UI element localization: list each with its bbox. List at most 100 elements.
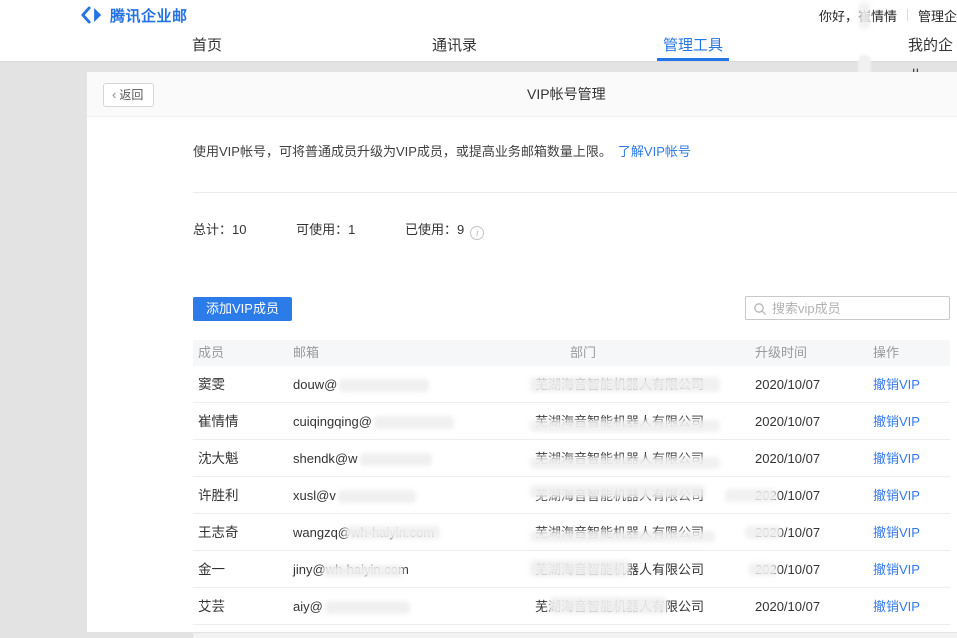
upgrade-date: 2020/10/07 [755, 366, 820, 403]
redaction-blur [749, 563, 777, 576]
info-icon[interactable]: i [470, 226, 484, 240]
tab-admin-tools[interactable]: 管理工具 [663, 30, 723, 61]
table-row: 许胜利 xusl@v 芜湖海音智能机器人有限公司 2020/10/07 撤销VI… [193, 477, 950, 514]
email-visible: xusl@v [293, 488, 336, 503]
topbar-right: 你好，崔情情 管理企 [819, 0, 957, 30]
table-header-row: 成员 邮箱 部门 升级时间 操作 [193, 340, 950, 366]
member-name: 金一 [198, 551, 225, 588]
header-action: 操作 [873, 340, 899, 366]
upgrade-date: 2020/10/07 [755, 440, 820, 477]
email-visible: cuiqingqing@ [293, 414, 372, 429]
back-button[interactable]: ‹返回 [103, 83, 154, 107]
member-name: 王志奇 [198, 514, 239, 551]
header-member: 成员 [198, 340, 224, 366]
redaction-blur [338, 490, 416, 503]
tab-contacts[interactable]: 通讯录 [432, 30, 477, 61]
upgrade-date: 2020/10/07 [755, 403, 820, 440]
stat-used: 已使用：9i [405, 222, 484, 237]
redaction-blur [530, 485, 705, 498]
stat-total: 总计：10 [193, 222, 246, 237]
table-row: 金一 jiny@wh-haiyin.com 芜湖海音智能机器人有限公司 2020… [193, 551, 950, 588]
member-name: 艾芸 [198, 588, 225, 625]
redaction-blur [530, 377, 720, 392]
table-row: 崔情情 cuiqingqing@ 芜湖海音智能机器人有限公司 2020/10/0… [193, 403, 950, 440]
redaction-blur [530, 420, 720, 432]
vip-description: 使用VIP帐号，可将普通成员升级为VIP成员，或提高业务邮箱数量上限。了解VIP… [193, 141, 691, 160]
stat-available-label: 可使用： [296, 222, 348, 237]
redaction-blur [374, 416, 454, 429]
revoke-vip-link[interactable]: 撤销VIP [873, 403, 920, 440]
search-input[interactable] [772, 298, 944, 318]
search-icon [753, 302, 767, 316]
stat-used-value: 9 [457, 222, 464, 237]
redaction-blur [345, 526, 440, 539]
redaction-blur [530, 457, 720, 469]
upgrade-date: 2020/10/07 [755, 588, 820, 625]
revoke-vip-link[interactable]: 撤销VIP [873, 588, 920, 625]
add-vip-member-button[interactable]: 添加VIP成员 [193, 297, 292, 321]
quota-stats: 总计：10 可使用：1 已使用：9i [193, 219, 530, 240]
main-nav: 首页 通讯录 管理工具 我的企业 [0, 30, 957, 62]
scrollbar-artifact-top [859, 2, 870, 29]
header-email: 邮箱 [293, 340, 319, 366]
redaction-blur [530, 560, 630, 577]
page-title: VIP帐号管理 [527, 72, 606, 117]
tab-home[interactable]: 首页 [192, 30, 222, 61]
back-label: 返回 [119, 88, 143, 102]
topbar: 腾讯企业邮 你好，崔情情 管理企 [0, 0, 957, 30]
revoke-vip-link[interactable]: 撤销VIP [873, 551, 920, 588]
table-row: 窦雯 douw@ 芜湖海音智能机器人有限公司 2020/10/07 撤销VIP [193, 366, 950, 403]
description-text: 使用VIP帐号，可将普通成员升级为VIP成员，或提高业务邮箱数量上限。 [193, 144, 612, 159]
revoke-vip-link[interactable]: 撤销VIP [873, 514, 920, 551]
member-email: cuiqingqing@ [293, 403, 454, 440]
table-row: 王志奇 wangzq@wh-haiyin.com 芜湖海音智能机器人有限公司 2… [193, 514, 950, 551]
header-department: 部门 [570, 340, 596, 366]
redaction-blur [339, 379, 429, 392]
table-row: 沈大魁 shendk@w 芜湖海音智能机器人有限公司 2020/10/07 撤销… [193, 440, 950, 477]
user-greeting: 你好，崔情情 [819, 6, 897, 25]
section-divider [193, 192, 957, 193]
redaction-blur [323, 565, 403, 577]
tab-my-company[interactable]: 我的企业 [908, 30, 957, 61]
email-visible: aiy@ [293, 599, 323, 614]
next-section-peek [193, 633, 957, 638]
learn-more-link[interactable]: 了解VIP帐号 [618, 144, 691, 159]
exmail-logo[interactable]: 腾讯企业邮 [80, 4, 188, 26]
member-name: 许胜利 [198, 477, 239, 514]
stat-used-label: 已使用： [405, 222, 457, 237]
email-visible: shendk@w [293, 451, 358, 466]
redaction-blur [325, 601, 410, 614]
logo-text: 腾讯企业邮 [110, 5, 188, 26]
exmail-logo-icon [80, 6, 104, 24]
table-row: 艾芸 aiy@ 芜湖海音智能机器人有限公司 2020/10/07 撤销VIP [193, 588, 950, 625]
email-visible: douw@ [293, 377, 337, 392]
member-email: douw@ [293, 366, 429, 403]
member-email: shendk@w [293, 440, 432, 477]
revoke-vip-link[interactable]: 撤销VIP [873, 477, 920, 514]
stat-available-value: 1 [348, 222, 355, 237]
redaction-blur [530, 531, 715, 542]
member-name: 窦雯 [198, 366, 225, 403]
vip-members-table: 成员 邮箱 部门 升级时间 操作 窦雯 douw@ 芜湖海音智能机器人有限公司 … [193, 340, 950, 625]
member-name: 崔情情 [198, 403, 239, 440]
topbar-separator [907, 9, 908, 21]
card-header: ‹返回 VIP帐号管理 [87, 72, 957, 117]
revoke-vip-link[interactable]: 撤销VIP [873, 440, 920, 477]
search-box [745, 296, 950, 320]
active-tab-underline [657, 58, 729, 61]
stat-available: 可使用：1 [296, 222, 355, 237]
vip-management-card: ‹返回 VIP帐号管理 使用VIP帐号，可将普通成员升级为VIP成员，或提高业务… [87, 72, 957, 632]
redaction-blur [725, 489, 777, 502]
screen: 腾讯企业邮 你好，崔情情 管理企 首页 通讯录 管理工具 我的企业 ‹返回 VI… [0, 0, 957, 638]
member-email: aiy@ [293, 588, 410, 625]
redaction-blur [549, 597, 667, 614]
member-email: xusl@v [293, 477, 416, 514]
member-name: 沈大魁 [198, 440, 239, 477]
stat-total-value: 10 [232, 222, 246, 237]
header-upgrade-time: 升级时间 [755, 340, 807, 366]
stat-total-label: 总计： [193, 222, 232, 237]
revoke-vip-link[interactable]: 撤销VIP [873, 366, 920, 403]
redaction-blur [360, 453, 432, 466]
redaction-blur [745, 526, 781, 539]
admin-entry-link[interactable]: 管理企 [918, 6, 957, 25]
